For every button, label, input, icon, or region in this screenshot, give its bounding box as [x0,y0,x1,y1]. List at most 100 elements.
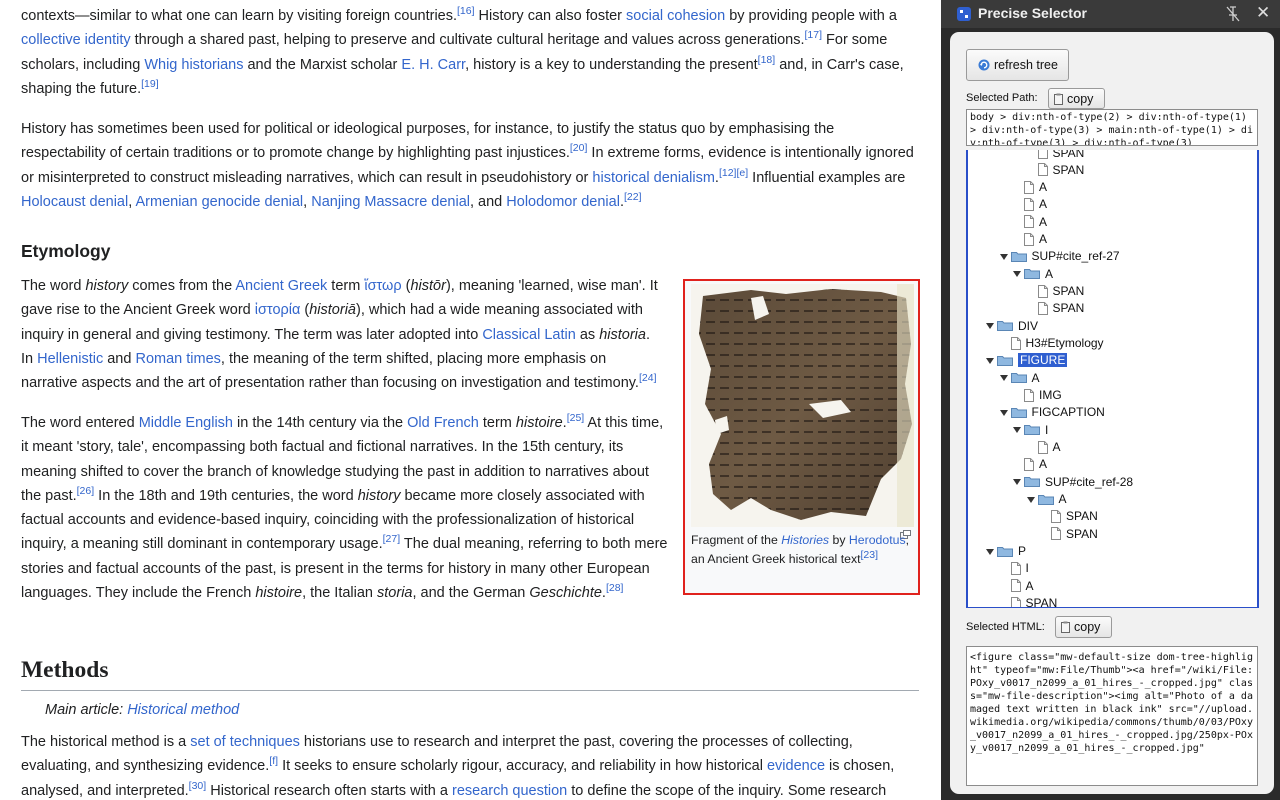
wiki-link[interactable]: Roman times [135,351,220,367]
citation-link[interactable]: [28] [606,582,624,594]
text-run: Fragment of the [691,533,782,547]
citation-link[interactable]: [20] [570,142,588,154]
tree-node-a[interactable]: A [1024,231,1047,248]
wiki-link[interactable]: Holocaust denial [21,194,128,210]
close-icon[interactable]: ✕ [1256,3,1270,23]
tree-node-div[interactable]: DIV [986,317,1038,334]
wiki-link[interactable]: Holodomor denial [506,194,620,210]
citation: [18] [758,54,776,66]
tree-node-span[interactable]: SPAN [1051,525,1098,542]
tree-node-a[interactable]: A [1037,439,1061,456]
tree-node-figure[interactable]: FIGURE [986,352,1068,369]
tree-node-h3-etymology[interactable]: H3#Etymology [1010,335,1104,352]
expand-toggle-icon[interactable] [999,253,1008,260]
expand-toggle-icon[interactable] [986,323,994,330]
wiki-link[interactable]: Middle English [139,415,233,431]
text-run: It seeks to ensure scholarly rigour, acc… [278,758,767,775]
tree-node-i[interactable]: I [1010,560,1029,577]
expand-toggle-icon[interactable] [1013,479,1021,486]
wiki-link[interactable]: research question [452,783,567,799]
folder-icon [997,546,1013,557]
tree-node-i[interactable]: I [1013,421,1049,438]
citation-link[interactable]: [23] [861,548,879,560]
wiki-link[interactable]: Hellenistic [37,351,103,367]
citation-link[interactable]: [30] [189,780,207,792]
figure-caption: Fragment of the Histories by Herodotus, … [691,531,916,568]
wiki-link[interactable]: collective identity [21,32,131,48]
wiki-link[interactable]: Ancient Greek [235,278,327,294]
wiki-link[interactable]: Old French [407,415,479,431]
refresh-tree-button[interactable]: refresh tree [966,49,1069,81]
wiki-link[interactable]: ἱστορία [255,302,301,318]
expand-toggle-icon[interactable] [986,357,994,364]
dom-tree-view[interactable]: SPAN SPAN A A A A SUP#cite_ref-27 A SPAN SPAN DIV H… [966,150,1259,608]
expand-toggle-icon[interactable] [999,375,1008,382]
wiki-link[interactable]: E. H. Carr [401,57,465,73]
tree-node-p[interactable]: P [986,543,1026,560]
tree-node-sup-cite-ref-28[interactable]: SUP#cite_ref-28 [1013,473,1133,490]
wiki-link[interactable]: Whig historians [144,57,243,73]
tree-node-a[interactable]: A [1024,456,1047,473]
tree-node-span[interactable]: SPAN [1037,161,1084,178]
unpin-icon[interactable] [1226,6,1240,22]
tree-node-span[interactable]: SPAN [1010,595,1057,607]
tree-node-span[interactable]: SPAN [1037,300,1084,317]
wiki-link[interactable]: evidence [767,758,825,774]
file-icon [1024,388,1034,402]
tree-node-figcaption[interactable]: FIGCAPTION [999,404,1105,421]
tree-node-sup-cite-ref-27[interactable]: SUP#cite_ref-27 [999,248,1120,265]
citation-link[interactable]: [26] [77,485,95,497]
tree-node-a[interactable]: A [1010,577,1034,594]
panel-titlebar: Precise Selector ✕ [941,0,1280,28]
citation-link[interactable]: [12][e] [719,167,748,179]
hatnote-link-historical-method[interactable]: Historical method [127,702,239,718]
selected-path-field[interactable]: body > div:nth-of-type(2) > div:nth-of-t… [966,109,1258,146]
wiki-link[interactable]: Histories [781,533,829,547]
wiki-link[interactable]: Herodotus [849,533,906,547]
tree-node-span[interactable]: SPAN [1037,283,1084,300]
wiki-link[interactable]: set of techniques [190,734,300,750]
wiki-link[interactable]: ἵστωρ [364,278,401,294]
expand-toggle-icon[interactable] [999,409,1008,416]
citation-link[interactable]: [16] [457,5,475,17]
tree-node-a[interactable]: A [1026,491,1067,508]
tree-node-a[interactable]: A [1013,265,1053,282]
wiki-link[interactable]: social cohesion [626,8,725,24]
expand-toggle-icon[interactable] [1013,427,1021,434]
folder-icon [1010,251,1027,262]
expand-toggle-icon[interactable] [1013,271,1021,278]
italic-text: storia [377,585,413,602]
tree-node-a[interactable]: A [1024,179,1047,196]
tree-node-span[interactable]: SPAN [1051,508,1098,525]
citation-link[interactable]: [27] [383,534,401,546]
tree-node-a[interactable]: A [1024,213,1047,230]
wiki-link[interactable]: Armenian genocide denial [135,194,303,210]
citation-link[interactable]: [25] [567,412,585,424]
tree-node-span[interactable]: SPAN [1037,150,1084,161]
tree-node-a[interactable]: A [1024,196,1047,213]
wiki-link[interactable]: Nanjing Massacre denial [311,194,470,210]
citation-link[interactable]: [f] [269,755,278,767]
citation-link[interactable]: [17] [804,29,822,41]
wiki-link[interactable]: historical denialism [592,170,715,186]
copy-path-button[interactable]: copy [1048,88,1105,109]
text-run: In the 18th and 19th centuries, the word [94,487,358,504]
citation-link[interactable]: [18] [758,54,776,66]
selected-html-field[interactable]: <figure class="mw-default-size dom-tree-… [966,646,1258,786]
citation: [30] [189,780,207,792]
panel-body: refresh tree Selected Path: copy body > … [950,32,1274,794]
text-run: , [303,193,312,210]
tree-node-a[interactable]: A [999,369,1040,386]
papyrus-fragment-image[interactable] [691,284,914,527]
clipboard-icon [1054,93,1063,105]
expand-toggle-icon[interactable] [986,548,994,555]
citation-link[interactable]: [24] [639,372,657,384]
citation-link[interactable]: [22] [624,191,642,203]
expand-toggle-icon[interactable] [1026,496,1035,503]
copy-html-button[interactable]: copy [1055,616,1112,638]
italic-text: histoire [255,585,303,602]
tree-node-img[interactable]: IMG [1024,387,1062,404]
citation-link[interactable]: [19] [141,78,159,90]
wiki-link[interactable]: Classical Latin [482,327,576,343]
tree-node-label: I [1045,422,1049,437]
